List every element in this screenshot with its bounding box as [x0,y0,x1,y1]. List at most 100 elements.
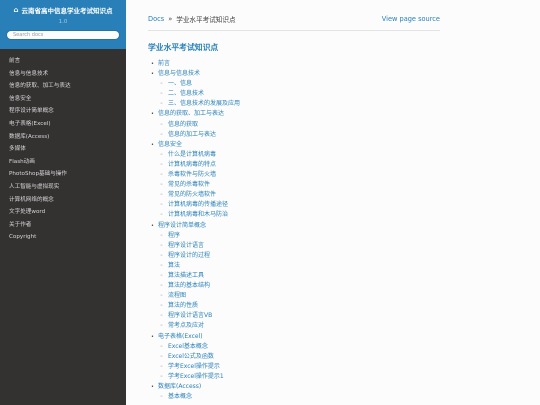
bullet-icon: • [151,111,154,118]
bullet-icon: ◦ [160,232,163,239]
toc-link[interactable]: 学考Excel操作提示 [168,363,220,370]
breadcrumb-docs-link[interactable]: Docs [148,15,164,23]
site-title-link[interactable]: ⌂ 云南省高中信息学业考试知识点 [0,5,126,15]
toc-link[interactable]: 算法的性质 [168,302,198,309]
toc-section: • 前言 [148,59,440,69]
site-title: 云南省高中信息学业考试知识点 [21,7,113,15]
toc-subsection: ◦ 三、信息技术的发展及应用 [148,99,440,109]
toc-link[interactable]: 程序设计语言VB [168,312,212,319]
sidebar-item[interactable]: 程序设计简单概念 [0,105,126,118]
toc-subsection: ◦ 学考Excel操作提示 [148,362,440,372]
toc-subsection: ◦ 常见的防火墙软件 [148,190,440,200]
toc-subsection: ◦ 程序设计语言VB [148,311,440,321]
bullet-icon: ◦ [160,283,163,290]
toc-link[interactable]: 常考点及应对 [168,322,204,329]
bullet-icon: ◦ [160,182,163,189]
toc-link[interactable]: 三、信息技术的发展及应用 [168,100,240,107]
sidebar-item[interactable]: PhotoShop基础与操作 [0,168,126,181]
toc-link[interactable]: 基本概念 [168,393,192,400]
sidebar-header: ⌂ 云南省高中信息学业考试知识点 1.0 [0,0,126,49]
toc-link[interactable]: 数据库(Access) [158,383,201,390]
bullet-icon: ◦ [160,101,163,108]
toc-subsection: ◦ 计算机病毒的特点 [148,160,440,170]
sidebar-item[interactable]: 数据库(Access) [0,131,126,144]
toc-link[interactable]: 常见的杀毒软件 [168,181,210,188]
toc-link[interactable]: Excel基本概念 [168,343,208,350]
bullet-icon: ◦ [160,313,163,320]
sidebar-item[interactable]: 信息的获取、加工与表达 [0,80,126,93]
toc-link[interactable]: 程序设计的过程 [168,252,210,259]
bullet-icon: ◦ [160,172,163,179]
toc-link[interactable]: 学考Excel操作提示1 [168,373,224,380]
bullet-icon: ◦ [160,131,163,138]
toc-subsection: ◦ 程序 [148,231,440,241]
toc-link[interactable]: 一、信息 [168,80,192,87]
toc-link[interactable]: 常见的防火墙软件 [168,191,216,198]
toc-subsection: ◦ 常考点及应对 [148,321,440,331]
page-title: 学业水平考试知识点 [148,43,219,52]
bullet-icon: • [151,333,154,340]
sidebar-item[interactable]: 电子表格(Excel) [0,118,126,131]
toc-link[interactable]: 前言 [158,60,170,67]
toc-link[interactable]: 信息的获取 [168,121,198,128]
toc-link[interactable]: 算法 [168,262,180,269]
toc-subsection: ◦ 什么是计算机病毒 [148,150,440,160]
toc-link[interactable]: Excel公式及函数 [168,353,214,360]
toc-subsection: ◦ 杀毒软件与防火墙 [148,170,440,180]
toc-link[interactable]: 杀毒软件与防火墙 [168,171,216,178]
bullet-icon: ◦ [160,394,163,401]
toc-link[interactable]: 计算机病毒的特点 [168,161,216,168]
version-label: 1.0 [58,19,68,25]
bullet-icon: ◦ [160,353,163,360]
bullet-icon: ◦ [160,343,163,350]
toc-section: • 信息的获取、加工与表达 [148,109,440,119]
bullet-icon: ◦ [160,212,163,219]
toc-link[interactable]: 信息与信息技术 [158,70,200,77]
toc-link[interactable]: 什么是计算机病毒 [168,151,216,158]
toc-subsection: ◦ Excel基本概念 [148,342,440,352]
bullet-icon: ◦ [160,272,163,279]
toc-link[interactable]: 程序设计语言 [168,242,204,249]
toc-link[interactable]: 流程图 [168,292,186,299]
sidebar-item[interactable]: 关于作者 [0,219,126,232]
toc-subsection: ◦ 算法的基本结构 [148,281,440,291]
toc-link[interactable]: 二、信息技术 [168,90,204,97]
toc-section: • 信息与信息技术 [148,69,440,79]
sidebar-item[interactable]: 多媒体 [0,143,126,156]
toc-subsection: ◦ 程序设计语言 [148,241,440,251]
toc-subsection: ◦ 计算机病毒和木马防治 [148,210,440,220]
sidebar-item[interactable]: 计算机网络的概念 [0,194,126,207]
view-page-source-link[interactable]: View page source [382,15,440,23]
toc-link[interactable]: 信息的加工与表达 [168,131,216,138]
search-input[interactable] [6,30,120,40]
sidebar-item[interactable]: Copyright [0,231,126,244]
toc-link[interactable]: 计算机病毒的传播途径 [168,201,228,208]
toc-link[interactable]: 程序设计简单概念 [158,222,206,229]
toc-subsection: ◦ 程序设计的过程 [148,251,440,261]
sidebar-item[interactable]: Flash动画 [0,156,126,169]
toc-subsection: ◦ 流程图 [148,291,440,301]
toc-section: • 电子表格(Excel) [148,332,440,342]
toc-section: • 信息安全 [148,140,440,150]
sidebar-item[interactable]: 信息安全 [0,93,126,106]
toc-subsection: ◦ 算法的性质 [148,301,440,311]
sidebar-item[interactable]: 前言 [0,55,126,68]
toc-link[interactable]: 电子表格(Excel) [158,333,203,340]
toc-link[interactable]: 算法的基本结构 [168,282,210,289]
bullet-icon: ◦ [160,151,163,158]
main-content: Docs » 学业水平考试知识点 View page source 学业水平考试… [126,0,540,405]
toc-subsection: ◦ 算法描述工具 [148,271,440,281]
toc-link[interactable]: 计算机病毒和木马防治 [168,211,228,218]
toc-link[interactable]: 算法描述工具 [168,272,204,279]
sidebar-item[interactable]: 信息与信息技术 [0,68,126,81]
toc-link[interactable]: 信息安全 [158,141,182,148]
toc-link[interactable]: 程序 [168,232,180,239]
sidebar-item[interactable]: 文字处理word [0,206,126,219]
toc-link[interactable]: 信息的获取、加工与表达 [158,110,224,117]
bullet-icon: ◦ [160,192,163,199]
toc-list: • 前言 • 信息与信息技术 ◦ 一、信息 ◦ 二、信息技术 ◦ 三、信息技术的发展及应用 • 信息的… [148,59,440,402]
breadcrumb-separator: » [168,15,173,23]
sidebar-item[interactable]: 人工智能与虚拟现实 [0,181,126,194]
toc-subsection: ◦ 常见的杀毒软件 [148,180,440,190]
bullet-icon: • [151,61,154,67]
